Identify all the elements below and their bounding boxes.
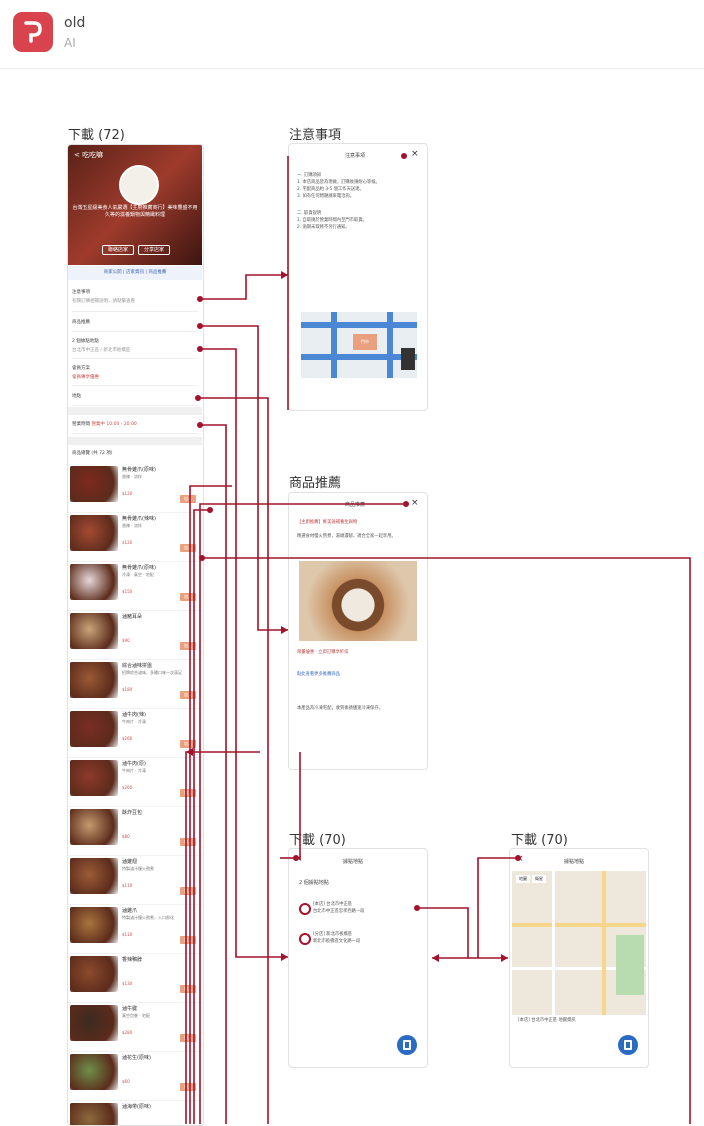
connector-item-2 <box>193 509 210 1124</box>
connector-recommend-close <box>199 503 407 1124</box>
connector-hours <box>200 424 227 1124</box>
flow-connectors <box>185 153 691 1124</box>
connector-notice <box>200 274 288 300</box>
connector-arrowheads <box>186 271 508 962</box>
connector-product <box>202 557 691 1124</box>
connector-map-close <box>477 857 518 958</box>
connector-branches-back <box>185 751 260 1124</box>
connector-recommend <box>200 325 288 631</box>
connector-dots <box>195 153 521 911</box>
connector-branches <box>200 348 288 958</box>
connector-branch-detail <box>417 907 469 959</box>
